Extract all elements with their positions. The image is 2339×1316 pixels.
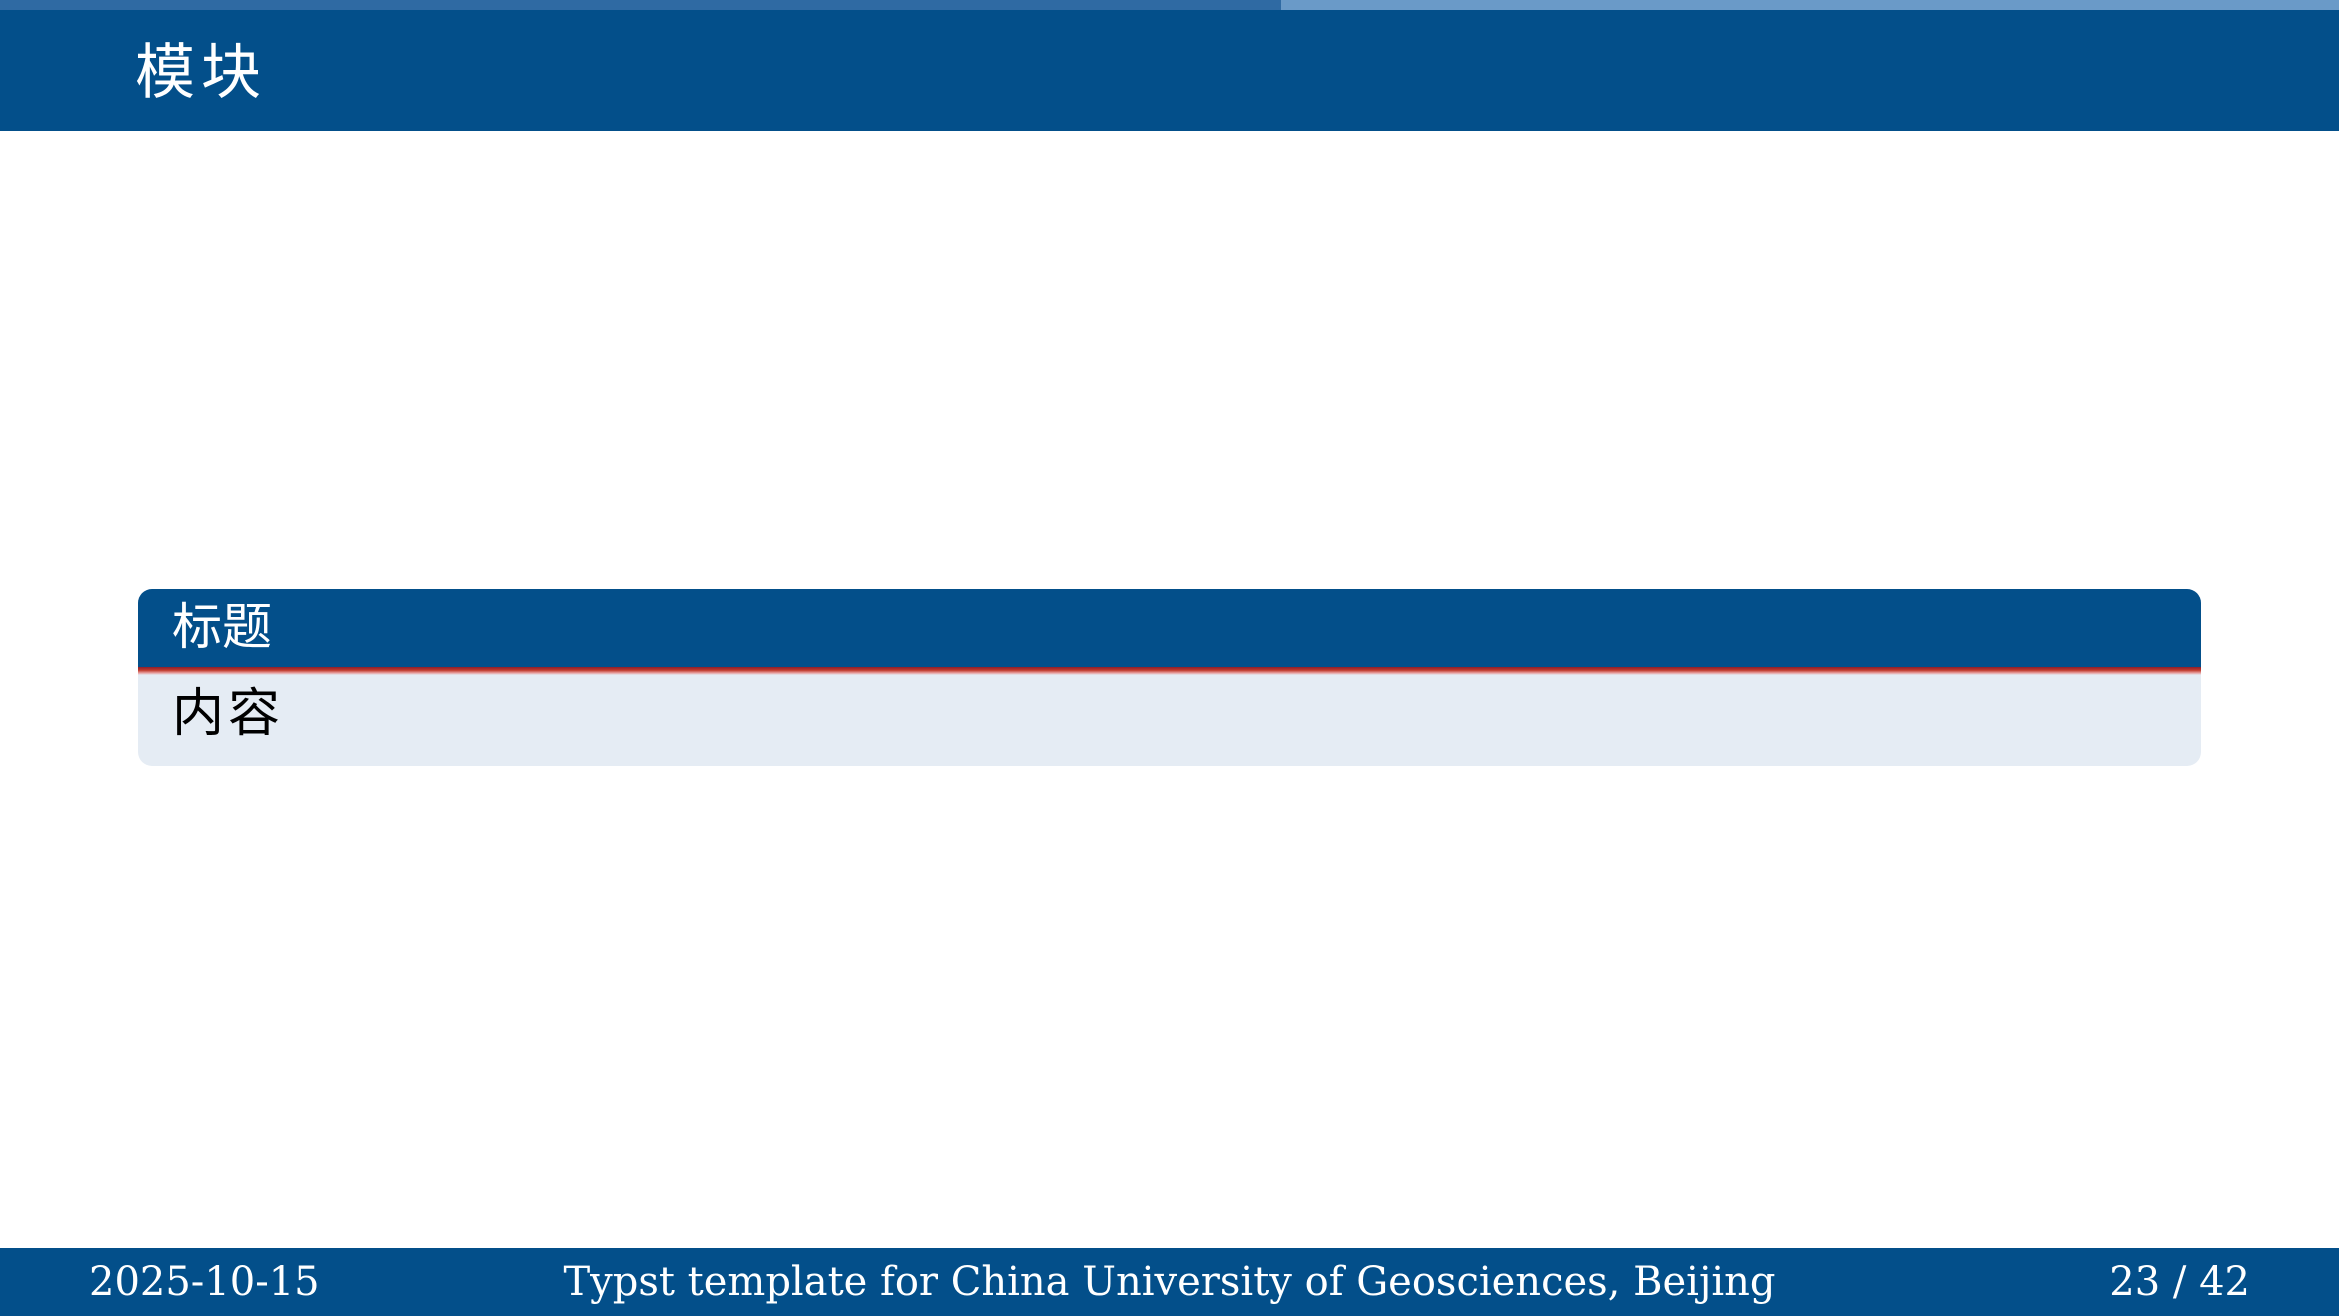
footer-date: 2025-10-15 [89, 1259, 320, 1305]
header-bar: 模块 [0, 10, 2339, 131]
slide-title: 模块 [135, 38, 267, 108]
block-title: 标题 [172, 598, 272, 656]
footer-bar: Typst template for China University of G… [0, 1248, 2339, 1316]
progress-track [0, 0, 2339, 10]
content-block: 标题 内容 [138, 589, 2201, 766]
block-body: 内容 [172, 684, 285, 744]
footer-page-number: 23 / 42 [2109, 1259, 2250, 1305]
footer-title: Typst template for China University of G… [563, 1259, 1776, 1305]
progress-fill [0, 0, 1281, 10]
block-header: 标题 [138, 589, 2201, 667]
block-divider [138, 667, 2201, 675]
